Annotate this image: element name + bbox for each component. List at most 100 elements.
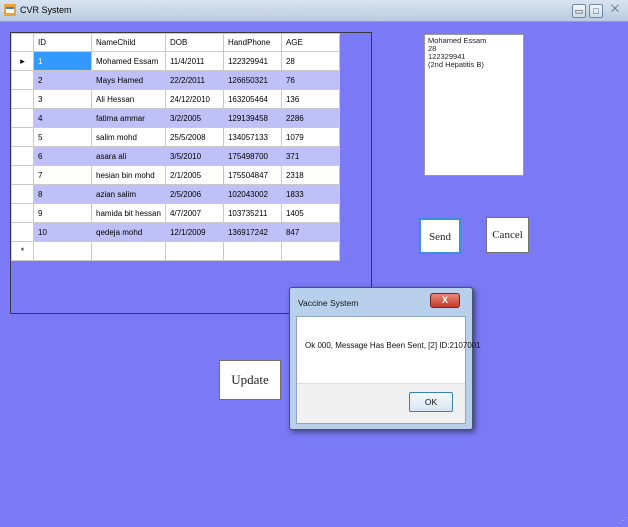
update-button[interactable]: Update	[219, 360, 281, 400]
table-row[interactable]: 6 asara ali 3/5/2010 175498700 371	[11, 146, 340, 166]
cell-dob[interactable]: 2/1/2005	[164, 165, 224, 185]
cell-phone[interactable]: 122329941	[222, 51, 282, 71]
cell-dob[interactable]: 11/4/2011	[164, 51, 224, 71]
cell-dob[interactable]: 2/5/2006	[164, 184, 224, 204]
cell-age[interactable]: 2286	[280, 108, 340, 128]
cell-id[interactable]: 8	[33, 184, 92, 204]
new-cell-id[interactable]	[33, 241, 92, 261]
cell-dob[interactable]: 3/5/2010	[164, 146, 224, 166]
cell-name[interactable]: Ali Hessan	[91, 89, 166, 109]
cell-name[interactable]: fatima ammar	[91, 108, 166, 128]
dialog-footer: OK	[297, 383, 465, 423]
column-header-age[interactable]: AGE	[280, 33, 340, 52]
cell-dob[interactable]: 4/7/2007	[164, 203, 224, 223]
table-row[interactable]: 2 Mays Hamed 22/2/2011 126650321 76	[11, 70, 340, 90]
row-header[interactable]	[11, 89, 34, 109]
cell-id[interactable]: 3	[33, 89, 92, 109]
cell-age[interactable]: 1833	[280, 184, 340, 204]
table-row[interactable]: 9 hamida bit hessan 4/7/2007 103735211 1405	[11, 203, 340, 223]
children-grid[interactable]: ID NameChild DOB HandPhone AGE ▸ 1 Mohamed Essa…	[10, 32, 372, 314]
new-cell-phone[interactable]	[222, 241, 282, 261]
dialog-close-button[interactable]: X	[430, 293, 460, 308]
cell-dob[interactable]: 25/5/2008	[164, 127, 224, 147]
cell-name[interactable]: hesian bin mohd	[91, 165, 166, 185]
cell-dob[interactable]: 22/2/2011	[164, 70, 224, 90]
row-header[interactable]	[11, 70, 34, 90]
cell-name[interactable]: azian salim	[91, 184, 166, 204]
current-row-indicator-icon[interactable]: ▸	[11, 51, 34, 71]
cell-id[interactable]: 5	[33, 127, 92, 147]
cell-id[interactable]: 6	[33, 146, 92, 166]
cell-age[interactable]: 1405	[280, 203, 340, 223]
table-row[interactable]: 4 fatima ammar 3/2/2005 129139458 2286	[11, 108, 340, 128]
cell-age[interactable]: 28	[280, 51, 340, 71]
cell-phone[interactable]: 134057133	[222, 127, 282, 147]
column-header-phone[interactable]: HandPhone	[222, 33, 282, 52]
cell-age[interactable]: 76	[280, 70, 340, 90]
cell-id[interactable]: 7	[33, 165, 92, 185]
maximize-icon: □	[593, 6, 599, 16]
new-cell-name[interactable]	[91, 241, 166, 261]
new-cell-dob[interactable]	[164, 241, 224, 261]
maximize-button[interactable]: □	[589, 4, 603, 18]
column-header-dob[interactable]: DOB	[164, 33, 224, 52]
title-bar: CVR System Children Vaccination Reminder…	[0, 0, 628, 22]
cell-age[interactable]: 847	[280, 222, 340, 242]
cell-name[interactable]: asara ali	[91, 146, 166, 166]
dialog-title: Vaccine System	[298, 298, 359, 308]
dialog-ok-button[interactable]: OK	[409, 392, 453, 412]
cell-name[interactable]: Mohamed Essam	[91, 51, 166, 71]
cell-phone[interactable]: 103735211	[222, 203, 282, 223]
cell-phone[interactable]: 126650321	[222, 70, 282, 90]
cell-phone[interactable]: 136917242	[222, 222, 282, 242]
resize-grip-icon[interactable]: ⋰	[617, 516, 627, 526]
minimize-button[interactable]: ▭	[572, 4, 586, 18]
table-row[interactable]: 3 Ali Hessan 24/12/2010 163205464 136	[11, 89, 340, 109]
cell-age[interactable]: 1079	[280, 127, 340, 147]
cell-id[interactable]: 4	[33, 108, 92, 128]
table-row[interactable]: ▸ 1 Mohamed Essam 11/4/2011 122329941 28	[11, 51, 340, 71]
cell-dob[interactable]: 12/1/2009	[164, 222, 224, 242]
row-header[interactable]	[11, 146, 34, 166]
column-header-name[interactable]: NameChild	[91, 33, 166, 52]
info-line-vaccine: (2nd Hepatitis B)	[428, 60, 484, 69]
cell-dob[interactable]: 3/2/2005	[164, 108, 224, 128]
cell-phone[interactable]: 175498700	[222, 146, 282, 166]
cell-name[interactable]: qedeja mohd	[91, 222, 166, 242]
cell-phone[interactable]: 163205464	[222, 89, 282, 109]
column-header-id[interactable]: ID	[33, 33, 92, 52]
cell-id[interactable]: 10	[33, 222, 92, 242]
cell-dob[interactable]: 24/12/2010	[164, 89, 224, 109]
cell-phone[interactable]: 102043002	[222, 184, 282, 204]
new-row[interactable]: *	[11, 241, 340, 261]
table-row[interactable]: 7 hesian bin mohd 2/1/2005 175504847 2318	[11, 165, 340, 185]
selected-child-info[interactable]: Mohamed Essam 28 122329941 (2nd Hepatiti…	[424, 34, 524, 176]
table-row[interactable]: 5 salim mohd 25/5/2008 134057133 1079	[11, 127, 340, 147]
cell-id[interactable]: 1	[33, 51, 92, 71]
row-header[interactable]	[11, 222, 34, 242]
cell-id[interactable]: 9	[33, 203, 92, 223]
table-row[interactable]: 10 qedeja mohd 12/1/2009 136917242 847	[11, 222, 340, 242]
cell-phone[interactable]: 129139458	[222, 108, 282, 128]
cell-id[interactable]: 2	[33, 70, 92, 90]
cell-age[interactable]: 371	[280, 146, 340, 166]
cancel-button[interactable]: Cancel	[486, 217, 529, 253]
row-header[interactable]	[11, 184, 34, 204]
client-area: ID NameChild DOB HandPhone AGE ▸ 1 Mohamed Essa…	[0, 22, 628, 527]
grid-corner-cell[interactable]	[11, 33, 34, 52]
info-line-name: Mohamed Essam	[428, 36, 487, 45]
close-button[interactable]: ⨉	[607, 4, 623, 18]
cell-name[interactable]: Mays Hamed	[91, 70, 166, 90]
row-header[interactable]	[11, 127, 34, 147]
cell-name[interactable]: hamida bit hessan	[91, 203, 166, 223]
table-row[interactable]: 8 azian salim 2/5/2006 102043002 1833	[11, 184, 340, 204]
cell-phone[interactable]: 175504847	[222, 165, 282, 185]
row-header[interactable]	[11, 108, 34, 128]
cell-age[interactable]: 136	[280, 89, 340, 109]
cell-name[interactable]: salim mohd	[91, 127, 166, 147]
cell-age[interactable]: 2318	[280, 165, 340, 185]
row-header[interactable]	[11, 203, 34, 223]
row-header[interactable]	[11, 165, 34, 185]
new-cell-age[interactable]	[280, 241, 340, 261]
send-button[interactable]: Send	[419, 218, 461, 254]
